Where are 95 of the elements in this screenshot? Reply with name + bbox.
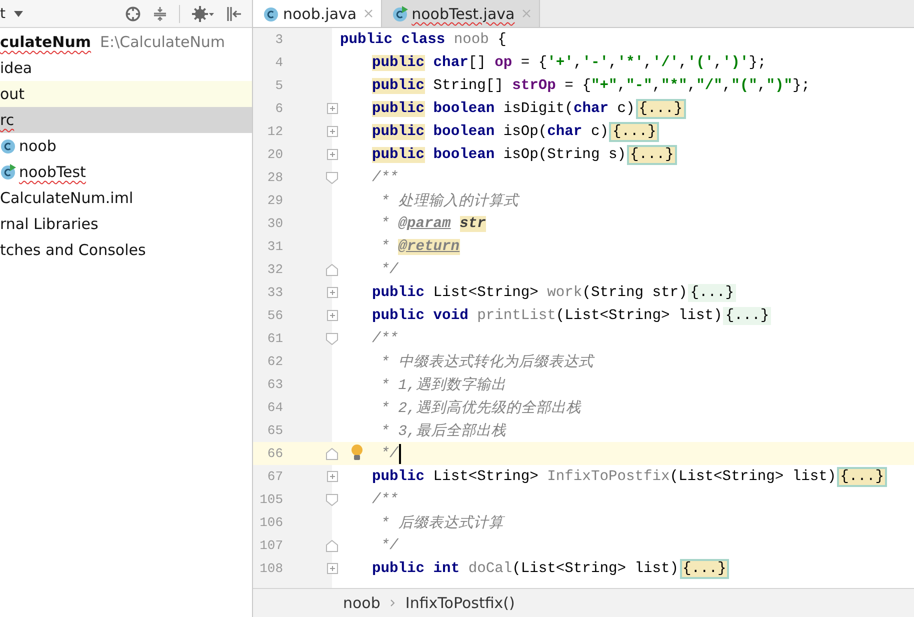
code-text: * 2,遇到高优先级的全部出栈 <box>380 398 581 417</box>
folded-code[interactable]: {...} <box>837 466 887 486</box>
folded-code[interactable]: {...} <box>609 122 660 142</box>
code-text: public int doCal(List<String> list) <box>372 560 679 576</box>
line-number: 6 <box>274 101 283 116</box>
line-number: 20 <box>266 147 283 162</box>
code-text: public boolean isDigit(char c) <box>372 100 635 116</box>
hide-panel-icon[interactable] <box>226 6 242 22</box>
folded-code[interactable]: {...} <box>636 98 686 118</box>
code-text: * 中缀表达式转化为后缀表达式 <box>380 353 594 371</box>
settings-icon[interactable] <box>192 6 214 22</box>
breadcrumb-item[interactable]: InfixToPostfix() <box>405 594 515 612</box>
test-class-icon <box>392 6 408 22</box>
test-class-icon <box>0 164 16 180</box>
tree-item[interactable]: tches and Consoles <box>0 237 252 263</box>
line-number: 107 <box>258 538 283 553</box>
folded-code[interactable]: {...} <box>680 558 730 578</box>
fold-end-icon[interactable] <box>326 448 338 460</box>
tree-item[interactable]: CalculateNum.iml <box>0 185 252 211</box>
code-text: public char[] op = {'+','-','*','/','(',')'}; <box>372 54 766 70</box>
code-text: public boolean isOp(String s) <box>372 146 626 162</box>
line-number: 29 <box>266 193 283 208</box>
code-text: * 1,遇到数字输出 <box>380 376 506 394</box>
fold-start-icon[interactable] <box>326 494 338 506</box>
code-text: * 后缀表达式计算 <box>380 514 504 532</box>
fold-plus-icon[interactable] <box>326 563 338 574</box>
line-number: 12 <box>266 124 283 139</box>
breadcrumb-item[interactable]: noob <box>343 594 380 612</box>
line-number: 28 <box>266 170 283 185</box>
line-number: 61 <box>266 331 283 346</box>
folded-code[interactable]: {...} <box>626 144 677 164</box>
code-text: */ <box>380 446 398 462</box>
line-number: 105 <box>258 492 283 507</box>
editor-tab[interactable]: noobTest.java <box>382 0 540 27</box>
class-icon <box>263 6 279 22</box>
tree-item[interactable]: noob <box>0 133 252 159</box>
line-number: 64 <box>266 400 283 415</box>
fold-end-icon[interactable] <box>326 264 338 276</box>
code-text: public List<String> work(String str) <box>372 284 688 300</box>
tree-item[interactable]: out <box>0 81 252 107</box>
close-icon[interactable] <box>364 9 373 18</box>
line-number: 4 <box>274 55 283 70</box>
folded-code[interactable]: {...} <box>723 306 772 324</box>
tree-item[interactable]: idea <box>0 55 252 81</box>
collapse-all-icon[interactable] <box>153 6 167 22</box>
fold-plus-icon[interactable] <box>326 310 338 321</box>
fold-plus-icon[interactable] <box>326 471 338 482</box>
code-text: */ <box>380 262 398 278</box>
code-text: * 处理输入的计算式 <box>380 192 518 210</box>
line-number: 62 <box>266 354 283 369</box>
line-number: 33 <box>266 285 283 300</box>
line-number: 106 <box>258 515 283 530</box>
line-number: 5 <box>274 78 283 93</box>
code-text: public void printList(List<String> list) <box>372 308 722 324</box>
line-number: 108 <box>258 561 283 576</box>
fold-end-icon[interactable] <box>326 540 338 552</box>
code-text: public List<String> InfixToPostfix(List<String> list) <box>372 468 836 484</box>
editor-tab[interactable]: noob.java <box>253 0 382 27</box>
fold-plus-icon[interactable] <box>326 103 338 114</box>
fold-start-icon[interactable] <box>326 332 338 344</box>
module-path: E:\CalculateNum <box>100 33 226 51</box>
code-text: */ <box>380 538 398 554</box>
line-number: 66 <box>266 446 283 461</box>
code-text: public String[] strOp = {"+","-","*","/","(",")"}; <box>372 78 810 94</box>
code-text: /** <box>372 492 398 508</box>
line-number: 31 <box>266 239 283 254</box>
class-icon <box>0 138 16 154</box>
code-text: * 3,最后全部出栈 <box>380 422 506 440</box>
tree-item[interactable]: noobTest <box>0 159 252 185</box>
line-number: 32 <box>266 262 283 277</box>
line-number: 65 <box>266 423 283 438</box>
line-number: 3 <box>274 32 283 47</box>
tree-item[interactable]: rnal Libraries <box>0 211 252 237</box>
fold-plus-icon[interactable] <box>326 126 338 137</box>
line-number: 30 <box>266 216 283 231</box>
code-text: * @param str <box>380 216 486 232</box>
target-icon[interactable] <box>125 6 141 22</box>
tree-item[interactable]: rc <box>0 107 252 133</box>
fold-start-icon[interactable] <box>326 172 338 184</box>
code-text: /** <box>372 170 398 186</box>
line-number: 63 <box>266 377 283 392</box>
fold-plus-icon[interactable] <box>326 287 338 298</box>
folded-code[interactable]: {...} <box>688 284 736 302</box>
line-number: 56 <box>266 308 283 323</box>
close-icon[interactable] <box>522 9 531 18</box>
tree-item[interactable]: culateNum E:\CalculateNum <box>0 29 252 55</box>
lightbulb-icon[interactable] <box>351 444 363 462</box>
view-selector[interactable]: t <box>0 6 6 22</box>
code-text: public boolean isOp(char c) <box>372 124 608 140</box>
code-text: public class noob { <box>340 32 506 48</box>
line-number: 67 <box>266 469 283 484</box>
chevron-icon <box>390 599 396 607</box>
code-text: /** <box>372 330 398 346</box>
caret-icon[interactable] <box>14 10 22 16</box>
fold-plus-icon[interactable] <box>326 149 338 160</box>
